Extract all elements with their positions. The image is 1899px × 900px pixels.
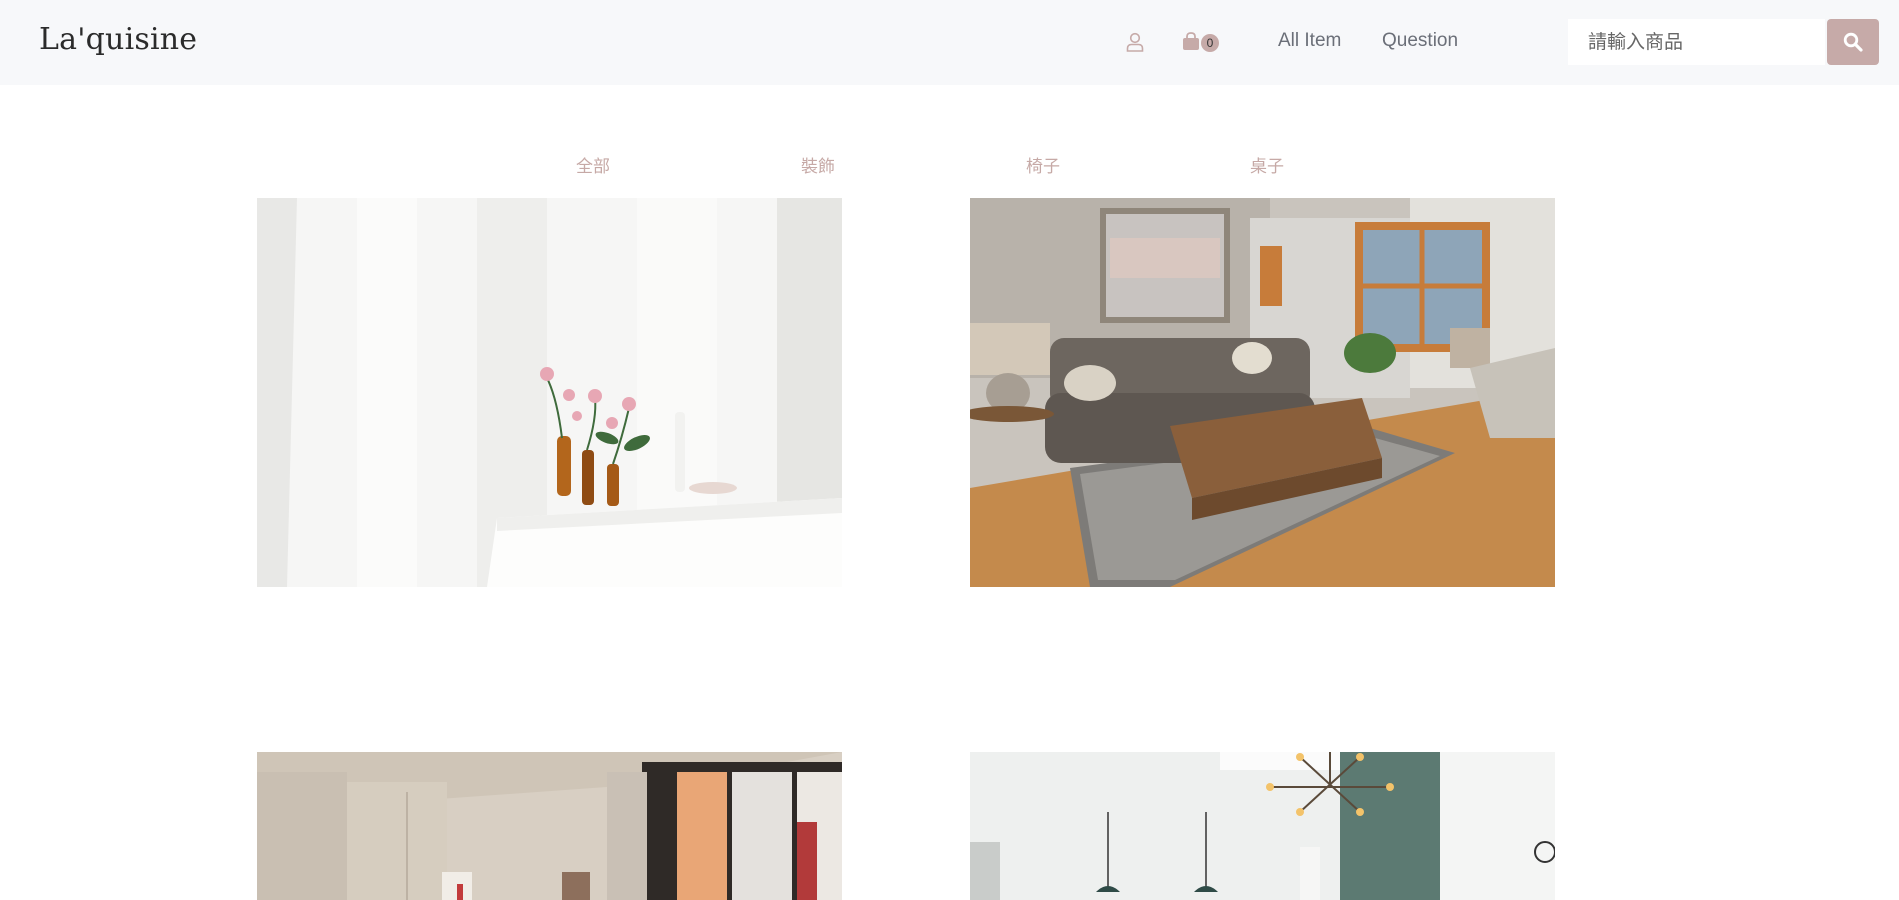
search-button[interactable] — [1827, 19, 1879, 65]
product-card[interactable] — [970, 752, 1555, 900]
product-card[interactable] — [970, 198, 1555, 587]
category-tabs: 全部 裝飾 椅子 桌子 — [0, 152, 1899, 182]
product-image — [970, 198, 1555, 587]
category-tab-all[interactable]: 全部 — [576, 152, 610, 177]
user-account-button[interactable] — [1122, 29, 1148, 55]
category-tab-chairs[interactable]: 椅子 — [1026, 152, 1060, 177]
product-image — [257, 198, 842, 587]
nav-question[interactable]: Question — [1382, 30, 1458, 52]
product-card[interactable] — [257, 198, 842, 587]
product-image — [257, 752, 842, 900]
search-icon — [1843, 32, 1863, 52]
cart-count-badge: 0 — [1201, 34, 1219, 52]
product-card[interactable] — [257, 752, 842, 900]
search-input[interactable] — [1568, 19, 1825, 65]
brand-logo[interactable]: La'quisine — [39, 22, 197, 57]
category-tab-tables[interactable]: 桌子 — [1250, 152, 1284, 177]
top-navbar: La'quisine 0 All Item Question — [0, 0, 1899, 85]
cart-button[interactable]: 0 — [1180, 29, 1224, 55]
category-tab-decor[interactable]: 裝飾 — [801, 152, 835, 177]
nav-all-items[interactable]: All Item — [1278, 30, 1341, 52]
product-image — [970, 752, 1555, 900]
user-icon — [1126, 32, 1144, 52]
shopping-bag-icon — [1183, 32, 1199, 50]
